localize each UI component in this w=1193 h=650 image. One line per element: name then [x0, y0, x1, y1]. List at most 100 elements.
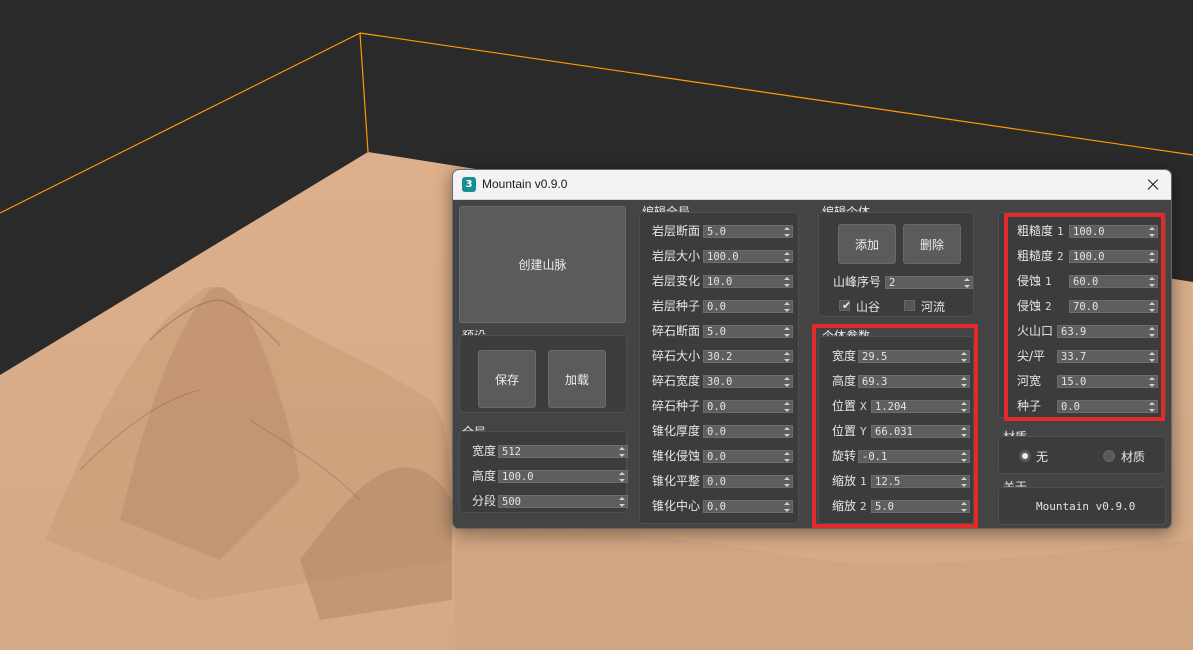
add-peak-button[interactable]: 添加: [838, 224, 896, 264]
spinner-arrows-icon[interactable]: [784, 327, 790, 337]
edit-global-field-spinner[interactable]: 100.0: [703, 250, 793, 263]
edit-global-field-row: 岩层种子 0.0: [652, 298, 793, 314]
material-custom-radio[interactable]: [1103, 450, 1115, 462]
global-field-row: 高度 100.0: [472, 468, 628, 484]
edit-global-field-spinner[interactable]: 0.0: [703, 500, 793, 513]
edit-global-field-value: 0.0: [707, 451, 726, 463]
global-field-label: 分段: [472, 493, 496, 509]
edit-global-field-label-text: 岩层变化: [652, 274, 701, 288]
create-mountain-button[interactable]: 创建山脉: [459, 206, 626, 323]
edit-global-field-label: 碎石种子: [652, 398, 700, 414]
edit-global-field-row: 锥化侵蚀 0.0: [652, 448, 793, 464]
edit-global-field-label: 锥化中心: [652, 498, 700, 514]
edit-global-field-spinner[interactable]: 0.0: [703, 400, 793, 413]
spinner-arrows-icon[interactable]: [784, 452, 790, 462]
edit-global-field-spinner[interactable]: 0.0: [703, 475, 793, 488]
spinner-arrows-icon[interactable]: [784, 427, 790, 437]
spinner-arrows-icon[interactable]: [784, 502, 790, 512]
individual-params-highlight: [812, 324, 978, 528]
global-field-label-text: 宽度: [472, 444, 497, 458]
spinner-arrows-icon[interactable]: [784, 252, 790, 262]
edit-global-field-label-text: 碎石种子: [652, 399, 701, 413]
river-label: 河流: [921, 300, 946, 314]
edit-global-field-value: 0.0: [707, 426, 726, 438]
valley-checkbox[interactable]: ✔: [839, 299, 851, 312]
spinner-arrows-icon[interactable]: [784, 477, 790, 487]
edit-global-field-spinner[interactable]: 0.0: [703, 300, 793, 313]
spinner-arrows-icon[interactable]: [964, 278, 970, 288]
spinner-arrows-icon[interactable]: [784, 377, 790, 387]
global-field-label-text: 高度: [472, 469, 497, 483]
global-field-row: 宽度 512: [472, 443, 628, 459]
save-preset-button[interactable]: 保存: [478, 350, 536, 408]
global-field-spinner[interactable]: 500: [498, 495, 628, 508]
spinner-arrows-icon[interactable]: [619, 497, 625, 507]
global-field-label-text: 分段: [472, 494, 497, 508]
edit-global-field-label: 锥化厚度: [652, 423, 700, 439]
edit-global-field-label-text: 锥化厚度: [652, 424, 701, 438]
edit-global-field-label-text: 碎石断面: [652, 324, 701, 338]
edit-global-field-label: 碎石断面: [652, 323, 700, 339]
edit-global-field-label: 碎石大小: [652, 348, 700, 364]
edit-global-field-label: 锥化平整: [652, 473, 700, 489]
edit-global-field-label: 碎石宽度: [652, 373, 700, 389]
edit-global-field-label-text: 岩层大小: [652, 249, 701, 263]
delete-peak-button[interactable]: 删除: [903, 224, 961, 264]
edit-global-field-value: 100.0: [707, 251, 739, 263]
edit-global-field-label: 岩层变化: [652, 273, 700, 289]
mountain-dialog: 3 Mountain v0.9.0 创建山脉 预设 保存 加载 全局 宽度512…: [452, 169, 1172, 529]
edit-global-field-spinner[interactable]: 0.0: [703, 450, 793, 463]
material-none-radio[interactable]: [1019, 450, 1031, 462]
spinner-arrows-icon[interactable]: [784, 352, 790, 362]
valley-label: 山谷: [856, 300, 881, 314]
title-bar[interactable]: 3 Mountain v0.9.0: [453, 170, 1171, 200]
edit-global-field-row: 锥化厚度 0.0: [652, 423, 793, 439]
edit-global-field-spinner[interactable]: 5.0: [703, 225, 793, 238]
edit-global-field-value: 30.0: [707, 376, 733, 388]
peak-index-spinner[interactable]: 2: [885, 276, 973, 289]
spinner-arrows-icon[interactable]: [784, 302, 790, 312]
edit-global-field-value: 0.0: [707, 401, 726, 413]
edit-global-field-label: 岩层断面: [652, 223, 700, 239]
edit-global-field-label-text: 锥化中心: [652, 499, 701, 513]
spinner-arrows-icon[interactable]: [784, 227, 790, 237]
window-title: Mountain v0.9.0: [482, 177, 568, 191]
edit-global-field-label-text: 锥化侵蚀: [652, 449, 701, 463]
river-checkbox[interactable]: [904, 300, 915, 311]
edit-global-field-row: 锥化中心 0.0: [652, 498, 793, 514]
edit-global-field-value: 0.0: [707, 301, 726, 313]
terrain-params-highlight: [1004, 213, 1165, 421]
global-field-spinner[interactable]: 512: [498, 445, 628, 458]
edit-global-field-value: 0.0: [707, 476, 726, 488]
edit-global-field-spinner[interactable]: 30.2: [703, 350, 793, 363]
global-field-spinner[interactable]: 100.0: [498, 470, 628, 483]
edit-global-field-label-text: 碎石宽度: [652, 374, 701, 388]
load-preset-button[interactable]: 加载: [548, 350, 606, 408]
spinner-arrows-icon[interactable]: [784, 402, 790, 412]
edit-global-field-row: 碎石宽度 30.0: [652, 373, 793, 389]
edit-global-field-label-text: 岩层种子: [652, 299, 701, 313]
edit-global-field-spinner[interactable]: 10.0: [703, 275, 793, 288]
edit-global-field-value: 0.0: [707, 501, 726, 513]
peak-index-label: 山峰序号: [833, 275, 882, 289]
edit-global-field-row: 岩层变化 10.0: [652, 273, 793, 289]
spinner-arrows-icon[interactable]: [619, 472, 625, 482]
edit-global-field-label: 锥化侵蚀: [652, 448, 700, 464]
global-field-row: 分段 500: [472, 493, 628, 509]
edit-global-field-spinner[interactable]: 30.0: [703, 375, 793, 388]
edit-global-field-spinner[interactable]: 5.0: [703, 325, 793, 338]
edit-global-field-value: 5.0: [707, 326, 726, 338]
edit-global-field-value: 5.0: [707, 226, 726, 238]
peak-index-row: 山峰序号 2: [833, 274, 973, 290]
close-icon[interactable]: [1140, 173, 1166, 197]
edit-global-field-label-text: 碎石大小: [652, 349, 701, 363]
edit-global-field-spinner[interactable]: 0.0: [703, 425, 793, 438]
edit-global-field-row: 岩层大小 100.0: [652, 248, 793, 264]
edit-global-field-row: 岩层断面 5.0: [652, 223, 793, 239]
spinner-arrows-icon[interactable]: [784, 277, 790, 287]
spinner-arrows-icon[interactable]: [619, 447, 625, 457]
edit-global-field-row: 锥化平整 0.0: [652, 473, 793, 489]
global-field-label: 宽度: [472, 443, 496, 459]
edit-global-field-label-text: 岩层断面: [652, 224, 701, 238]
edit-global-field-label: 岩层大小: [652, 248, 700, 264]
